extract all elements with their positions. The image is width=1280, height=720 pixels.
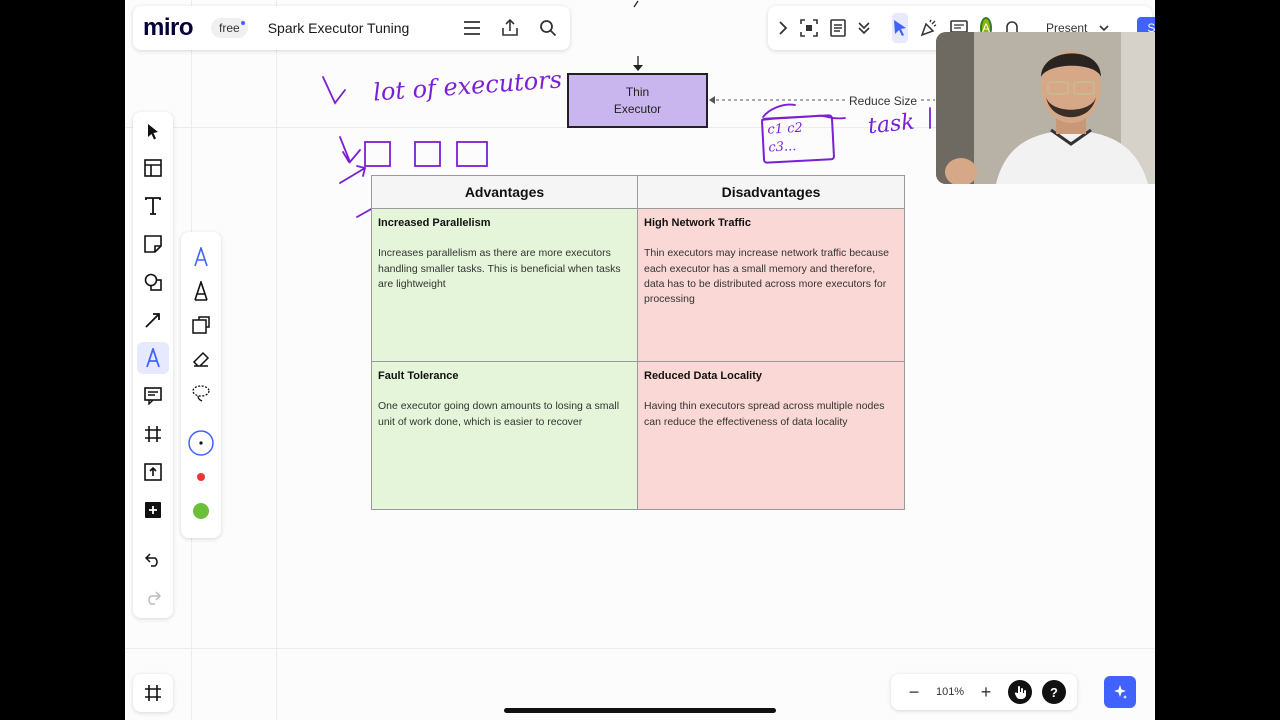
zoom-controls: − 101% + ?	[891, 674, 1077, 710]
cell-title: High Network Traffic	[644, 217, 751, 229]
cell-body: Having thin executors spread across mult…	[644, 400, 885, 428]
presenter-video-icon	[936, 32, 1155, 184]
zoom-in-button[interactable]: +	[974, 682, 998, 703]
table-cell[interactable]: Fault Tolerance One executor going down …	[372, 362, 638, 509]
reduce-size-label[interactable]: Reduce Size	[847, 94, 920, 108]
miro-canvas[interactable]: miro free Spark Executor Tuning A Presen…	[125, 0, 1155, 720]
zoom-out-button[interactable]: −	[902, 682, 926, 703]
help-icon[interactable]: ?	[1042, 680, 1066, 704]
zoom-level[interactable]: 101%	[936, 686, 964, 698]
table-cell[interactable]: Reduced Data Locality Having thin execut…	[638, 362, 904, 509]
cell-title: Increased Parallelism	[378, 217, 491, 229]
cell-body: Increases parallelism as there are more …	[378, 247, 621, 290]
table-cell[interactable]: High Network Traffic Thin executors may …	[638, 209, 904, 362]
cell-body: Thin executors may increase network traf…	[644, 247, 889, 306]
home-indicator	[504, 708, 776, 713]
hand-pointer-icon[interactable]	[1008, 680, 1033, 704]
ink-arrow	[322, 76, 346, 105]
handwritten-box[interactable]: c1 c2 c3...	[760, 114, 836, 164]
cell-title: Reduced Data Locality	[644, 370, 762, 382]
webcam-overlay	[936, 32, 1155, 184]
thin-executor-line2: Executor	[613, 101, 662, 116]
advantages-header: Advantages	[372, 176, 638, 209]
disadvantages-header: Disadvantages	[638, 176, 904, 209]
thin-executor-line1: Thin	[625, 84, 650, 99]
ai-assist-icon[interactable]	[1104, 676, 1136, 708]
cell-body: One executor going down amounts to losin…	[378, 400, 620, 428]
advantages-disadvantages-table[interactable]: Advantages Disadvantages Increased Paral…	[371, 175, 905, 510]
table-cell[interactable]: Increased Parallelism Increases parallel…	[372, 209, 638, 362]
cell-title: Fault Tolerance	[378, 370, 459, 382]
thin-executor-shape[interactable]: Thin Executor	[567, 73, 708, 128]
handwritten-task-note[interactable]: task	[867, 110, 916, 140]
handwritten-box-line2: c3...	[768, 139, 797, 156]
